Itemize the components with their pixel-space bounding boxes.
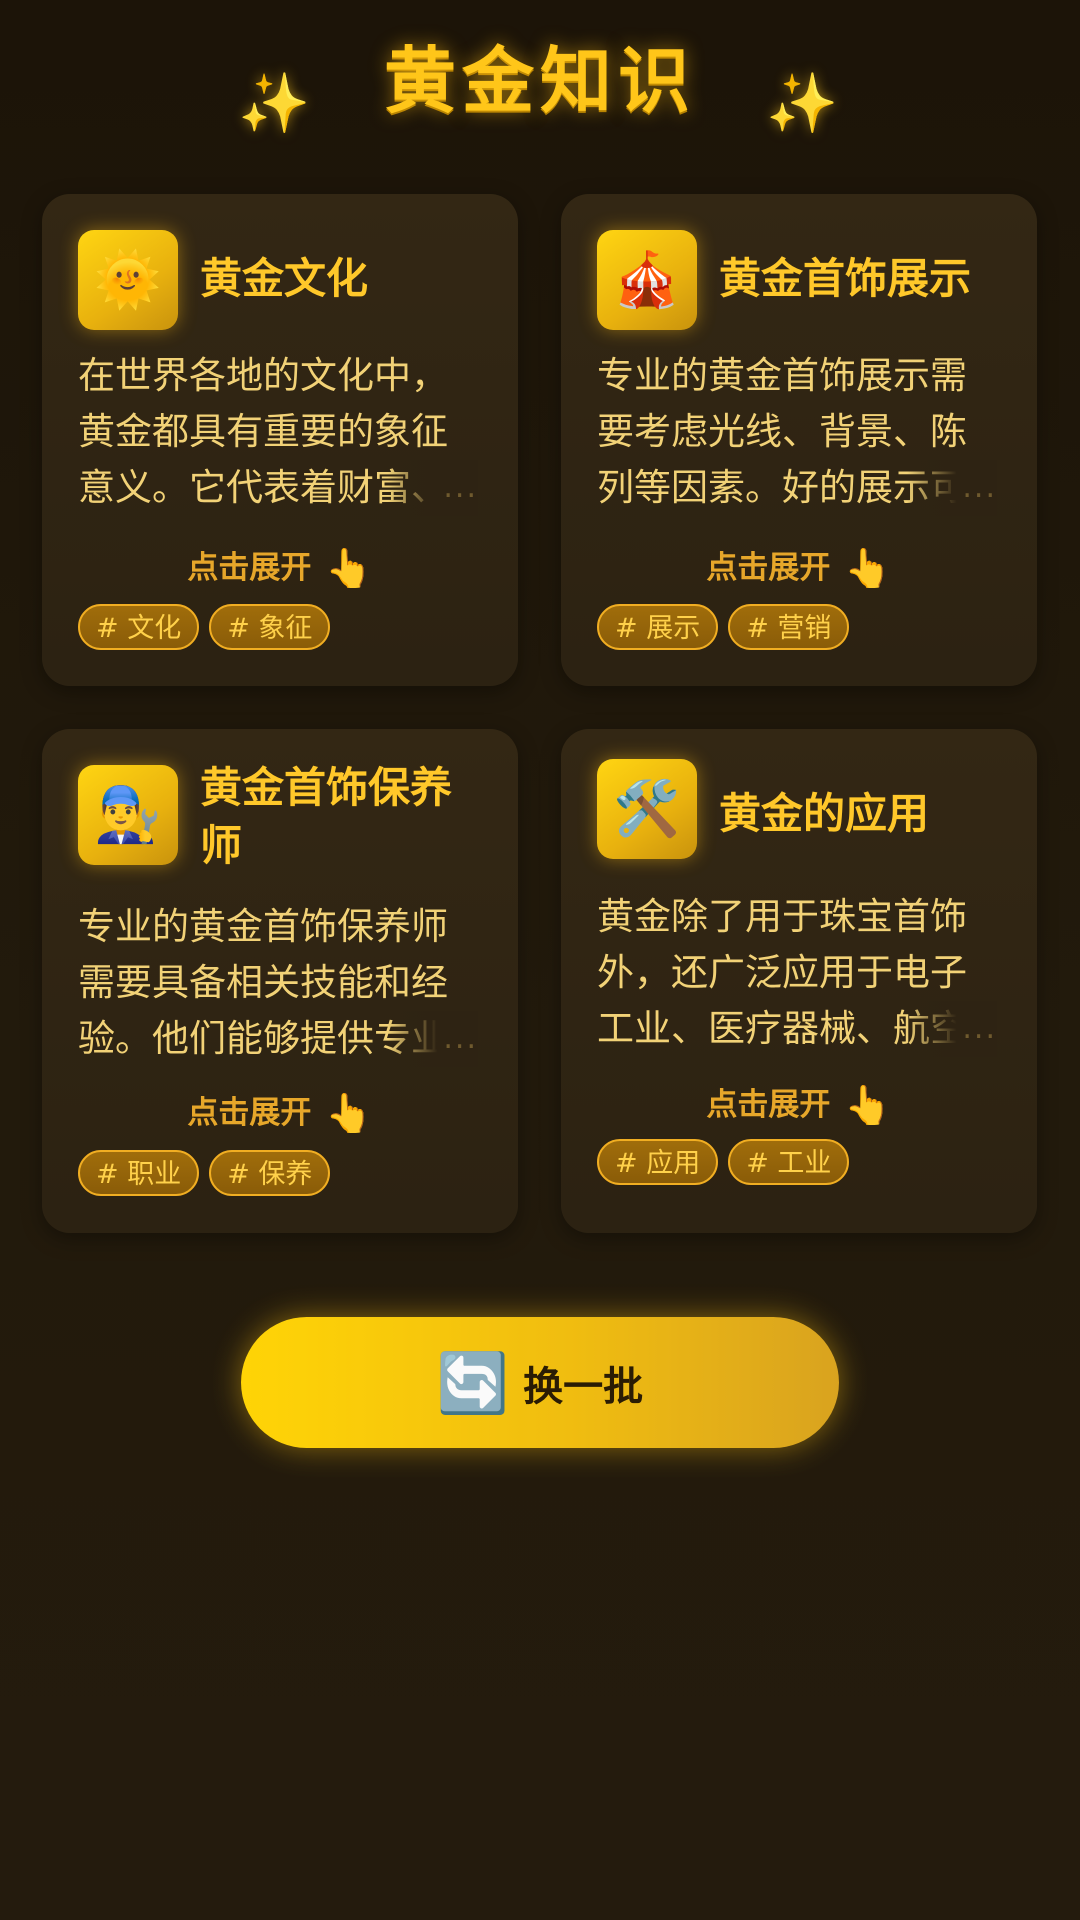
tag[interactable]: # 应用 bbox=[597, 1139, 719, 1185]
tag[interactable]: # 保养 bbox=[209, 1150, 331, 1196]
expand-label: 点击展开 bbox=[187, 550, 312, 586]
tag[interactable]: # 文化 bbox=[78, 604, 200, 650]
mechanic-icon: 👨‍🔧 bbox=[78, 765, 178, 865]
page-title: 黄金知识 bbox=[383, 39, 696, 123]
card-description: 专业的黄金首饰保养师需要具备相关技能和经验。他们能够提供专业的保 ... bbox=[78, 899, 478, 1067]
tag-list: # 展示 # 营销 bbox=[597, 604, 850, 650]
tag[interactable]: # 工业 bbox=[728, 1139, 850, 1185]
knowledge-card-gold-culture[interactable]: 🌞 黄金文化 在世界各地的文化中，黄金都具有重要的象征意义。它代表着财富、权 .… bbox=[42, 194, 518, 686]
ellipsis: ... bbox=[388, 1011, 478, 1067]
card-description: 在世界各地的文化中，黄金都具有重要的象征意义。它代表着财富、权 ... bbox=[78, 348, 478, 516]
hammer-and-wrench-icon: 🛠️ bbox=[597, 759, 697, 859]
tag[interactable]: # 营销 bbox=[728, 604, 850, 650]
tag[interactable]: # 展示 bbox=[597, 604, 719, 650]
card-title: 黄金文化 bbox=[200, 254, 369, 303]
tag-list: # 职业 # 保养 bbox=[78, 1150, 331, 1196]
tag-list: # 文化 # 象征 bbox=[78, 604, 331, 650]
tag[interactable]: # 职业 bbox=[78, 1150, 200, 1196]
expand-button[interactable]: 点击展开 👆 bbox=[42, 1087, 518, 1136]
expand-button[interactable]: 点击展开 👆 bbox=[42, 542, 518, 591]
refresh-icon: 🔄 bbox=[436, 1348, 510, 1417]
pointing-hand-icon: 👆 bbox=[325, 546, 373, 590]
card-title: 黄金首饰保养师 bbox=[200, 763, 453, 870]
pointing-hand-icon: 👆 bbox=[844, 1083, 892, 1127]
tag-list: # 应用 # 工业 bbox=[597, 1139, 850, 1185]
tag[interactable]: # 象征 bbox=[209, 604, 331, 650]
expand-button[interactable]: 点击展开 👆 bbox=[561, 542, 1037, 591]
circus-tent-icon: 🎪 bbox=[597, 230, 697, 330]
ellipsis: ... bbox=[907, 460, 997, 516]
knowledge-card-gold-applications[interactable]: 🛠️ 黄金的应用 黄金除了用于珠宝首饰外，还广泛应用于电子工业、医疗器械、航空航… bbox=[561, 729, 1037, 1233]
sparkle-icon: ✨ bbox=[766, 69, 839, 137]
sparkle-icon: ✨ bbox=[238, 69, 311, 137]
card-description: 黄金除了用于珠宝首饰外，还广泛应用于电子工业、医疗器械、航空航 ... bbox=[597, 889, 997, 1057]
header: 黄金知识 ✨ ✨ bbox=[0, 0, 1080, 150]
ellipsis: ... bbox=[388, 460, 478, 516]
sun-face-icon: 🌞 bbox=[78, 230, 178, 330]
card-title: 黄金首饰展示 bbox=[719, 254, 972, 303]
pointing-hand-icon: 👆 bbox=[325, 1091, 373, 1135]
expand-label: 点击展开 bbox=[706, 550, 831, 586]
expand-label: 点击展开 bbox=[706, 1087, 831, 1123]
expand-button[interactable]: 点击展开 👆 bbox=[561, 1079, 1037, 1128]
refresh-batch-button[interactable]: 🔄 换一批 bbox=[241, 1317, 839, 1448]
card-title: 黄金的应用 bbox=[719, 789, 930, 838]
knowledge-card-jewelry-display[interactable]: 🎪 黄金首饰展示 专业的黄金首饰展示需要考虑光线、背景、陈列等因素。好的展示可以… bbox=[561, 194, 1037, 686]
refresh-label: 换一批 bbox=[523, 1363, 644, 1410]
ellipsis: ... bbox=[907, 1001, 997, 1057]
knowledge-card-jewelry-maintainer[interactable]: 👨‍🔧 黄金首饰保养师 专业的黄金首饰保养师需要具备相关技能和经验。他们能够提供… bbox=[42, 729, 518, 1233]
expand-label: 点击展开 bbox=[187, 1095, 312, 1131]
card-description: 专业的黄金首饰展示需要考虑光线、背景、陈列等因素。好的展示可以突 ... bbox=[597, 348, 997, 516]
pointing-hand-icon: 👆 bbox=[844, 546, 892, 590]
